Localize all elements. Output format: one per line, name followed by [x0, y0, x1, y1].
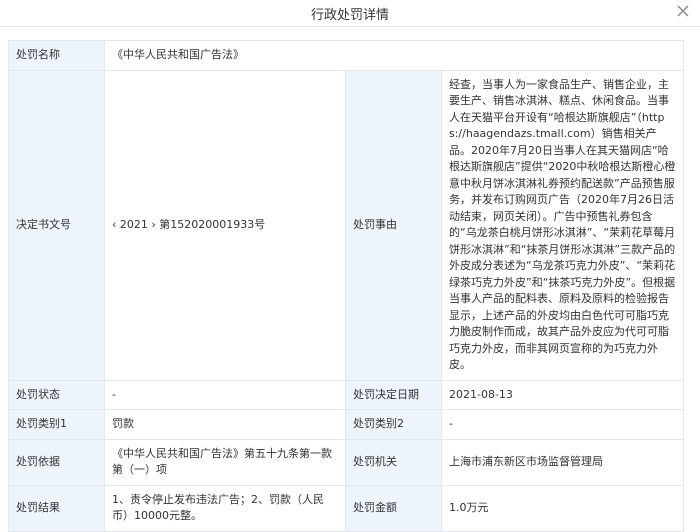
value-decision-no: ‹ 2021 › 第152020001933号 — [104, 69, 346, 381]
label-category2: 处罚类别2 — [345, 409, 442, 440]
row-basis-authority: 处罚依据 《中华人民共和国广告法》第五十九条第一款第（一）项 处罚机关 上海市浦… — [8, 438, 684, 486]
penalty-detail-table: 处罚名称 《中华人民共和国广告法》 决定书文号 ‹ 2021 › 第152020… — [8, 40, 684, 532]
label-amount: 处罚金额 — [345, 484, 442, 532]
value-basis: 《中华人民共和国广告法》第五十九条第一款第（一）项 — [104, 438, 346, 486]
row-status-date: 处罚状态 - 处罚决定日期 2021-08-13 — [8, 379, 684, 410]
row-result-amount: 处罚结果 1、责令停止发布违法广告；2、罚款（人民币）10000元整。 处罚金额… — [8, 484, 684, 532]
row-categories: 处罚类别1 罚款 处罚类别2 - — [8, 409, 684, 440]
label-decision-no: 决定书文号 — [8, 69, 105, 381]
value-category1: 罚款 — [104, 409, 346, 440]
value-penalty-reason: 经查，当事人为一家食品生产、销售企业，主要生产、销售冰淇淋、糕点、休闲食品。当事… — [441, 69, 684, 381]
label-penalty-status: 处罚状态 — [8, 379, 105, 410]
label-result: 处罚结果 — [8, 484, 105, 532]
value-penalty-status: - — [104, 379, 346, 410]
row-decision-and-reason: 决定书文号 ‹ 2021 › 第152020001933号 处罚事由 经查，当事… — [8, 69, 684, 381]
value-amount: 1.0万元 — [441, 484, 684, 532]
close-icon[interactable] — [674, 2, 692, 20]
label-penalty-name: 处罚名称 — [8, 40, 105, 71]
label-authority: 处罚机关 — [345, 438, 442, 486]
label-category1: 处罚类别1 — [8, 409, 105, 440]
value-result: 1、责令停止发布违法广告；2、罚款（人民币）10000元整。 — [104, 484, 346, 532]
row-penalty-name: 处罚名称 《中华人民共和国广告法》 — [8, 40, 684, 71]
value-decision-date: 2021-08-13 — [441, 379, 684, 410]
value-penalty-name: 《中华人民共和国广告法》 — [104, 40, 684, 71]
label-basis: 处罚依据 — [8, 438, 105, 486]
value-category2: - — [441, 409, 684, 440]
value-authority: 上海市浦东新区市场监督管理局 — [441, 438, 684, 486]
dialog-header: 行政处罚详情 — [0, 0, 700, 27]
label-decision-date: 处罚决定日期 — [345, 379, 442, 410]
dialog-title: 行政处罚详情 — [310, 8, 389, 23]
label-penalty-reason: 处罚事由 — [345, 69, 442, 381]
